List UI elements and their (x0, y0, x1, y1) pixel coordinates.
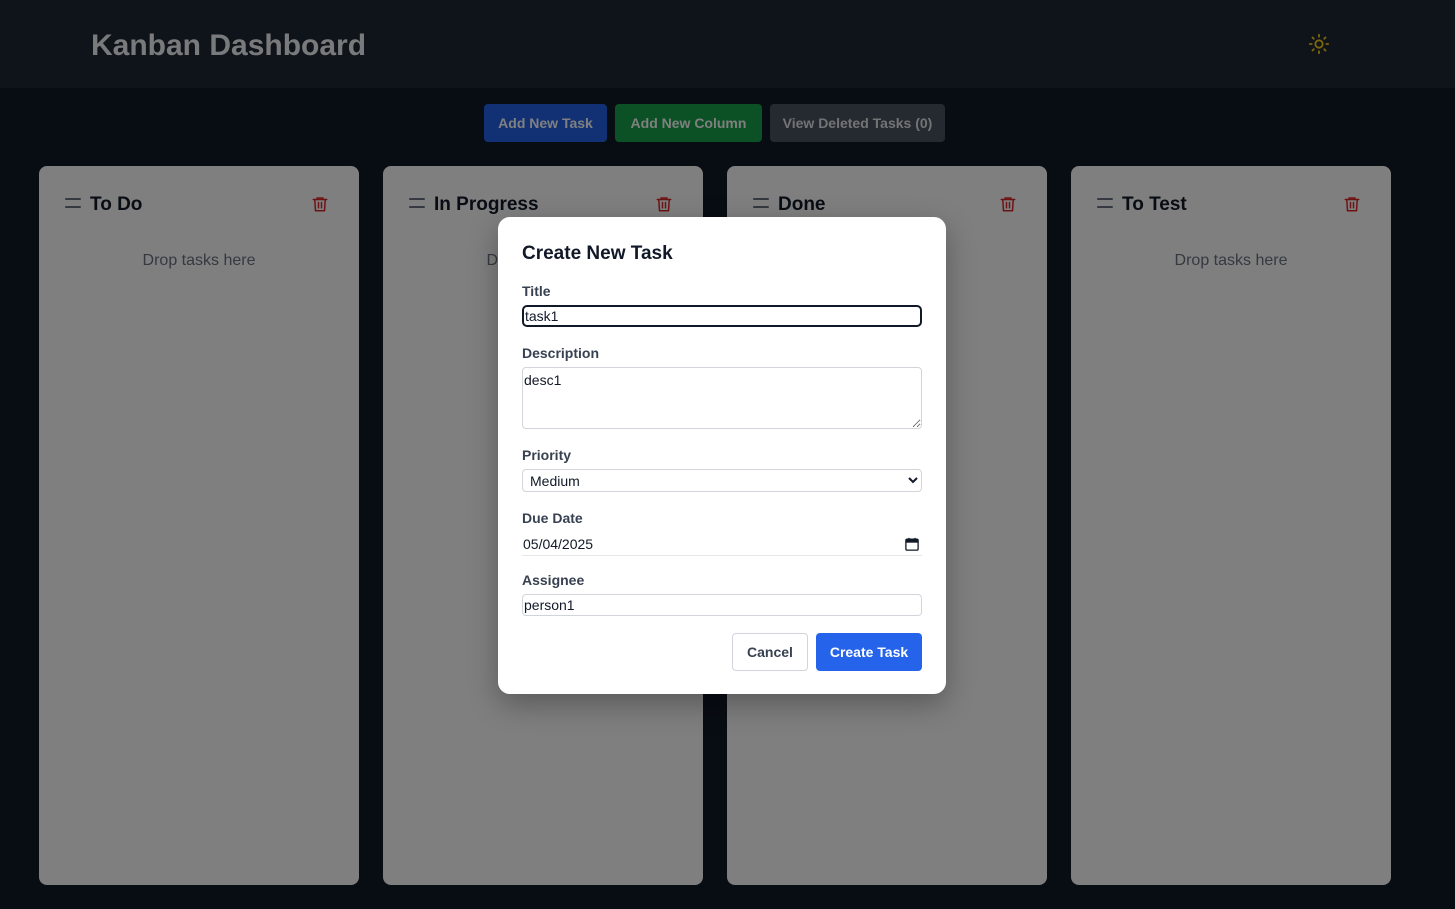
assignee-input[interactable] (522, 594, 922, 616)
cancel-button[interactable]: Cancel (732, 633, 808, 671)
description-label: Description (522, 345, 600, 361)
due-date-label: Due Date (522, 510, 583, 526)
priority-select[interactable]: Medium (522, 469, 922, 492)
calendar-icon[interactable] (905, 537, 919, 551)
title-input[interactable] (522, 305, 922, 327)
modal-title: Create New Task (522, 243, 673, 264)
priority-label: Priority (522, 447, 572, 463)
title-label: Title (522, 283, 551, 299)
assignee-label: Assignee (522, 572, 585, 588)
description-textarea[interactable]: desc1 (522, 367, 922, 429)
create-task-modal: Create New Task Title Description desc1 … (498, 217, 946, 694)
create-task-button[interactable]: Create Task (816, 633, 922, 671)
due-date-input[interactable]: 05/04/2025 (522, 533, 922, 556)
due-date-value: 05/04/2025 (523, 536, 594, 552)
